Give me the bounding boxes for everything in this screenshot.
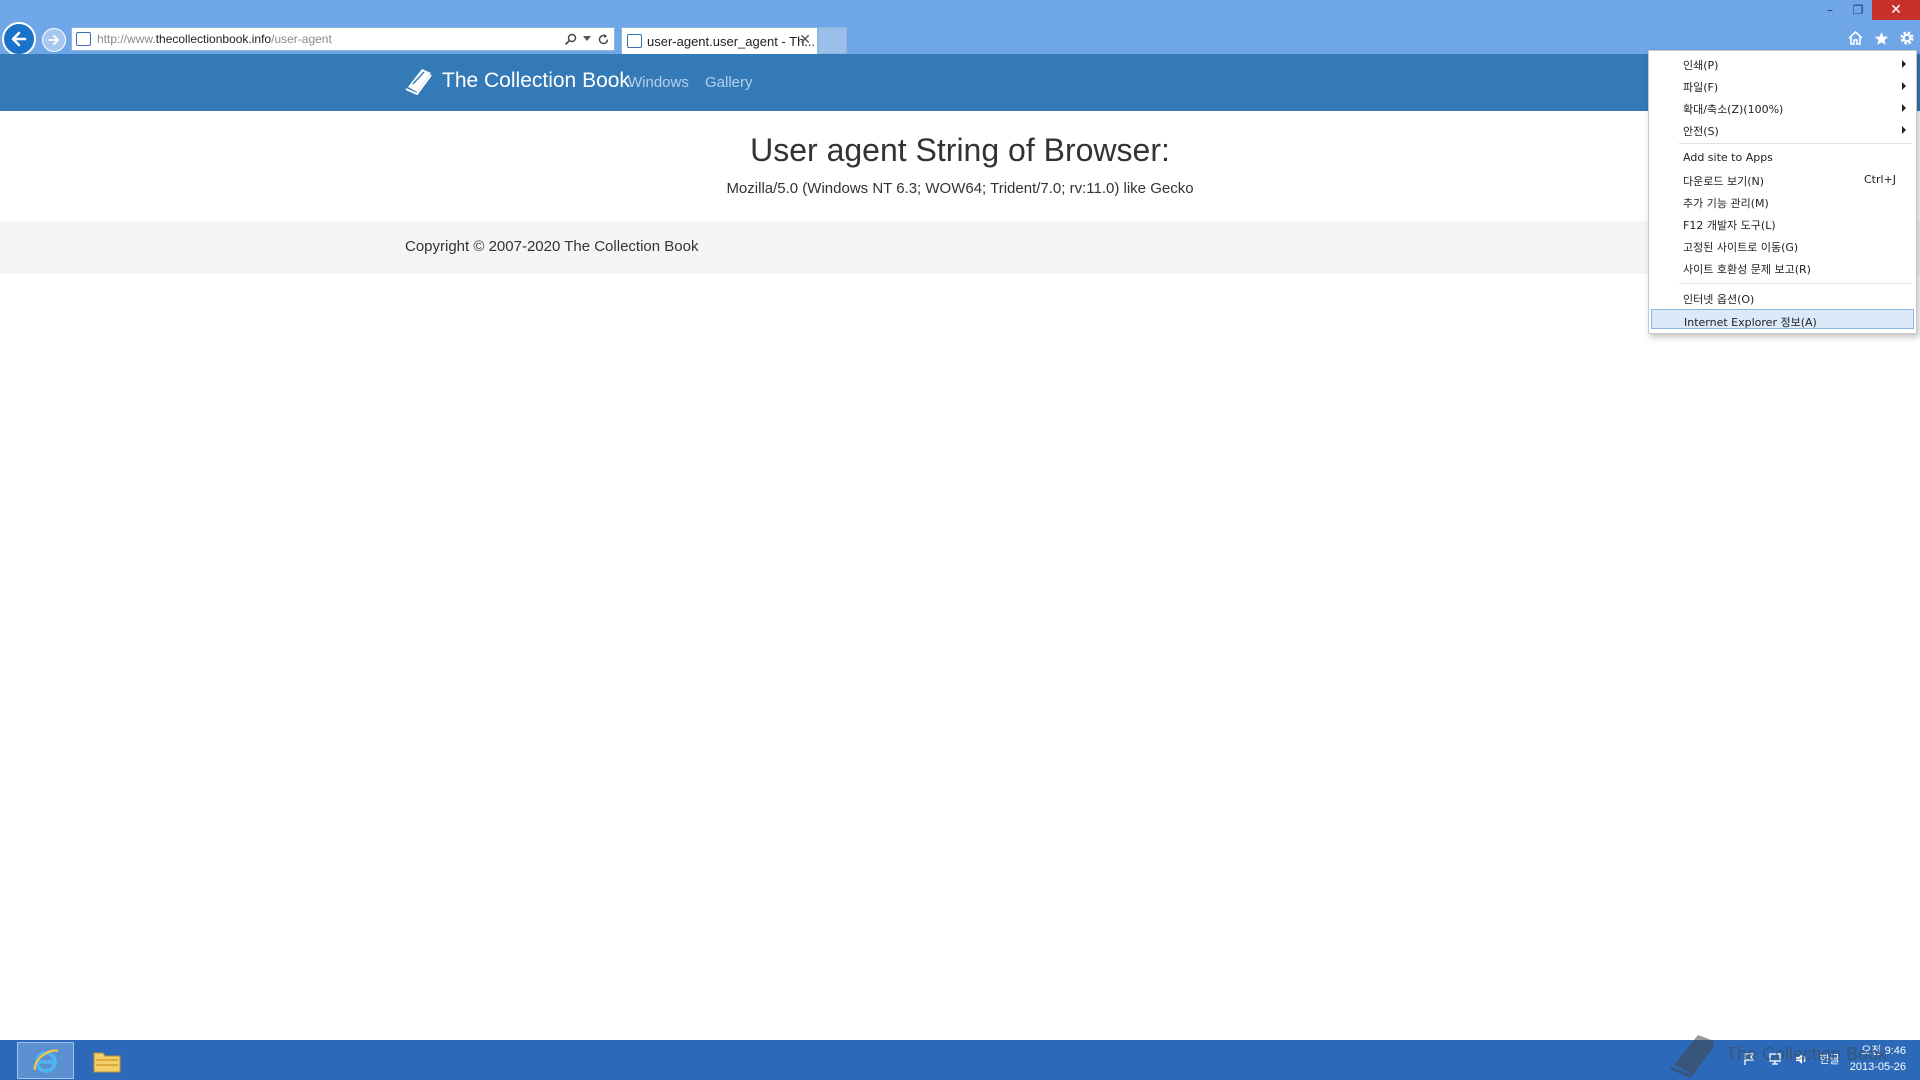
forward-button[interactable] xyxy=(42,28,66,52)
menu-item-label: 파일(F) xyxy=(1683,81,1719,94)
book-watermark-icon xyxy=(1670,1035,1716,1077)
watermark-text: The Collection Book xyxy=(1726,1043,1888,1064)
menu-item-label: 안전(S) xyxy=(1683,125,1719,138)
address-url[interactable]: http://www.thecollectionbook.info/user-a… xyxy=(97,32,332,46)
search-icon[interactable] xyxy=(564,33,577,46)
menu-item-label: Add site to Apps xyxy=(1683,151,1773,164)
menu-separator xyxy=(1679,143,1912,144)
tools-menu: 인쇄(P) 파일(F) 확대/축소(Z)(100%) 안전(S) Add sit… xyxy=(1648,50,1917,334)
menu-item-label: F12 개발자 도구(L) xyxy=(1683,219,1776,232)
page-heading: User agent String of Browser: xyxy=(750,132,1170,168)
page-footer: Copyright © 2007-2020 The Collection Boo… xyxy=(0,221,1920,274)
copyright-text: Copyright © 2007-2020 The Collection Boo… xyxy=(405,238,699,255)
menu-item-file[interactable]: 파일(F) xyxy=(1651,75,1914,95)
site-brand-link[interactable]: The Collection Book xyxy=(404,67,630,95)
submenu-arrow-icon xyxy=(1902,60,1906,68)
menu-item-report-compat[interactable]: 사이트 호환성 문제 보고(R) xyxy=(1651,257,1914,277)
home-icon[interactable] xyxy=(1846,29,1864,47)
submenu-arrow-icon xyxy=(1902,82,1906,90)
address-bar[interactable]: http://www.thecollectionbook.info/user-a… xyxy=(71,27,615,51)
internet-explorer-icon xyxy=(33,1048,58,1073)
menu-item-add-site-to-apps[interactable]: Add site to Apps xyxy=(1651,147,1914,167)
favorites-star-icon[interactable] xyxy=(1872,29,1890,47)
minimize-button[interactable]: – xyxy=(1816,0,1844,20)
page-favicon-icon xyxy=(76,32,91,46)
tab-title: user-agent.user_agent - Th... xyxy=(647,34,816,49)
submenu-arrow-icon xyxy=(1902,126,1906,134)
address-domain: thecollectionbook.info xyxy=(155,32,272,46)
address-prefix: http://www. xyxy=(97,32,156,46)
address-tools xyxy=(564,30,610,48)
menu-item-label: 사이트 호환성 문제 보고(R) xyxy=(1683,263,1811,276)
dropdown-arrow-icon[interactable] xyxy=(583,36,591,42)
menu-item-manage-addons[interactable]: 추가 기능 관리(M) xyxy=(1651,191,1914,211)
restore-button[interactable]: ❐ xyxy=(1844,0,1872,20)
menu-item-label: 인터넷 옵션(O) xyxy=(1683,293,1755,306)
menu-item-f12-dev-tools[interactable]: F12 개발자 도구(L) xyxy=(1651,213,1914,233)
site-brand-text: The Collection Book xyxy=(442,69,630,92)
new-tab-button[interactable] xyxy=(818,27,847,54)
command-icons xyxy=(1846,29,1916,47)
tab-user-agent[interactable]: user-agent.user_agent - Th... ✕ xyxy=(621,27,818,54)
menu-item-label: 추가 기능 관리(M) xyxy=(1683,197,1769,210)
back-button[interactable] xyxy=(2,22,36,56)
menu-item-label: 다운로드 보기(N) xyxy=(1683,175,1765,188)
window-controls: – ❐ ✕ xyxy=(1816,0,1920,20)
tab-favicon-icon xyxy=(627,34,642,48)
taskbar: 한글 오전 9:46 2013-05-26 xyxy=(0,1040,1920,1080)
menu-item-shortcut: Ctrl+J xyxy=(1863,173,1896,186)
site-navbar: The Collection Book Windows Gallery xyxy=(0,54,1920,111)
refresh-icon[interactable] xyxy=(597,33,610,46)
menu-separator xyxy=(1679,283,1912,284)
menu-item-label: 고정된 사이트로 이동(G) xyxy=(1683,241,1799,254)
menu-item-safety[interactable]: 안전(S) xyxy=(1651,119,1914,139)
menu-item-label: 인쇄(P) xyxy=(1683,59,1719,72)
menu-item-label: 확대/축소(Z)(100%) xyxy=(1683,103,1784,116)
taskbar-internet-explorer[interactable] xyxy=(17,1042,74,1079)
back-arrow-icon xyxy=(11,31,27,47)
address-path: /user-agent xyxy=(271,32,332,46)
taskbar-file-explorer[interactable] xyxy=(85,1042,129,1079)
nav-link-gallery[interactable]: Gallery xyxy=(705,74,753,91)
menu-item-print[interactable]: 인쇄(P) xyxy=(1651,53,1914,73)
tools-gear-icon[interactable] xyxy=(1898,29,1916,47)
menu-item-pinned-sites[interactable]: 고정된 사이트로 이동(G) xyxy=(1651,235,1914,255)
menu-item-internet-options[interactable]: 인터넷 옵션(O) xyxy=(1651,287,1914,307)
folder-icon xyxy=(93,1052,121,1072)
submenu-arrow-icon xyxy=(1902,104,1906,112)
book-logo-icon xyxy=(405,69,432,95)
menu-item-label: Internet Explorer 정보(A) xyxy=(1684,316,1817,329)
close-window-button[interactable]: ✕ xyxy=(1872,0,1920,20)
menu-item-about-ie[interactable]: Internet Explorer 정보(A) xyxy=(1651,309,1914,329)
nav-link-windows[interactable]: Windows xyxy=(628,74,689,91)
tab-close-icon[interactable]: ✕ xyxy=(799,32,811,48)
browser-chrome: http://www.thecollectionbook.info/user-a… xyxy=(0,0,1920,56)
user-agent-string: Mozilla/5.0 (Windows NT 6.3; WOW64; Trid… xyxy=(726,180,1194,197)
menu-item-zoom[interactable]: 확대/축소(Z)(100%) xyxy=(1651,97,1914,117)
watermark: The Collection Book xyxy=(1668,1031,1887,1077)
forward-arrow-icon xyxy=(48,35,59,45)
menu-item-view-downloads[interactable]: 다운로드 보기(N) Ctrl+J xyxy=(1651,169,1914,189)
